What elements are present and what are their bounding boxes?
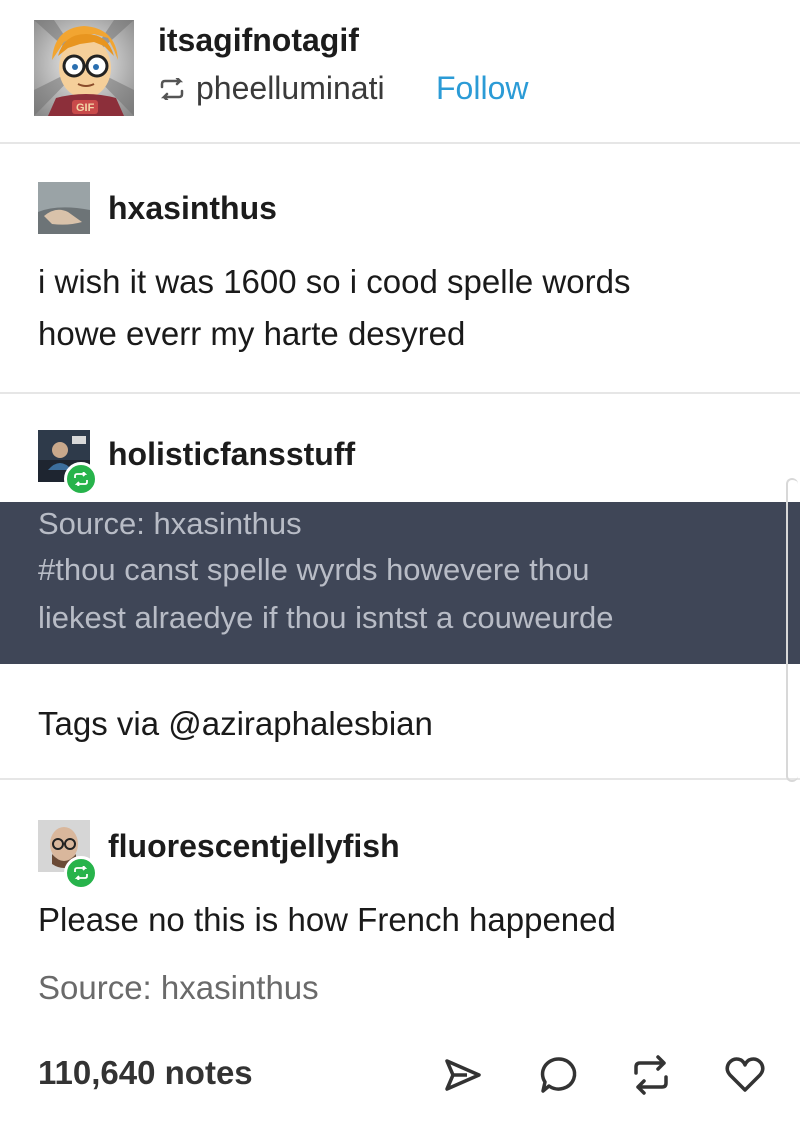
reblog-icon[interactable]: [628, 1052, 674, 1098]
tag-item[interactable]: #thou canst spelle wyrds howevere thou: [38, 552, 589, 588]
tag-source[interactable]: Source: hxasinthus: [38, 506, 302, 542]
share-icon[interactable]: [440, 1052, 486, 1098]
follow-button[interactable]: Follow: [436, 70, 528, 107]
avatar-illustration: GIF: [34, 20, 134, 116]
post-text: Please no this is how French happened: [38, 901, 616, 938]
notes-count[interactable]: 110,640 notes: [38, 1054, 253, 1092]
like-heart-icon[interactable]: [722, 1052, 768, 1098]
avatar-itsagifnotagif[interactable]: GIF: [34, 20, 134, 116]
post-text-line: i wish it was 1600 so i cood spelle word…: [38, 263, 631, 300]
reblog-info: pheelluminati: [158, 70, 385, 107]
reblog-icon: [160, 77, 184, 100]
post-username[interactable]: hxasinthus: [108, 190, 277, 227]
scrollbar[interactable]: [786, 478, 798, 782]
tag-item[interactable]: liekest alraedye if thou isntst a couweu…: [38, 600, 614, 636]
divider: [0, 142, 800, 144]
reblogged-from-username[interactable]: pheelluminati: [196, 70, 385, 107]
avatar-hxasinthus[interactable]: [38, 182, 90, 234]
reblog-badge-icon: [64, 856, 98, 890]
divider: [0, 778, 800, 780]
post-text: i wish it was 1600 so i cood spelle word…: [38, 256, 630, 360]
post-username[interactable]: holisticfansstuff: [108, 436, 355, 473]
post-author[interactable]: itsagifnotagif: [158, 22, 359, 59]
avatar-badge-text: GIF: [76, 102, 95, 114]
post-text-line: howe everr my harte desyred: [38, 315, 466, 352]
post-text: Tags via @aziraphalesbian: [38, 705, 433, 742]
reply-icon[interactable]: [536, 1052, 582, 1098]
post-username[interactable]: fluorescentjellyfish: [108, 828, 400, 865]
avatar-image: [38, 182, 90, 234]
reblog-badge-icon: [64, 462, 98, 496]
divider: [0, 392, 800, 394]
post-source[interactable]: Source: hxasinthus: [38, 962, 319, 1014]
